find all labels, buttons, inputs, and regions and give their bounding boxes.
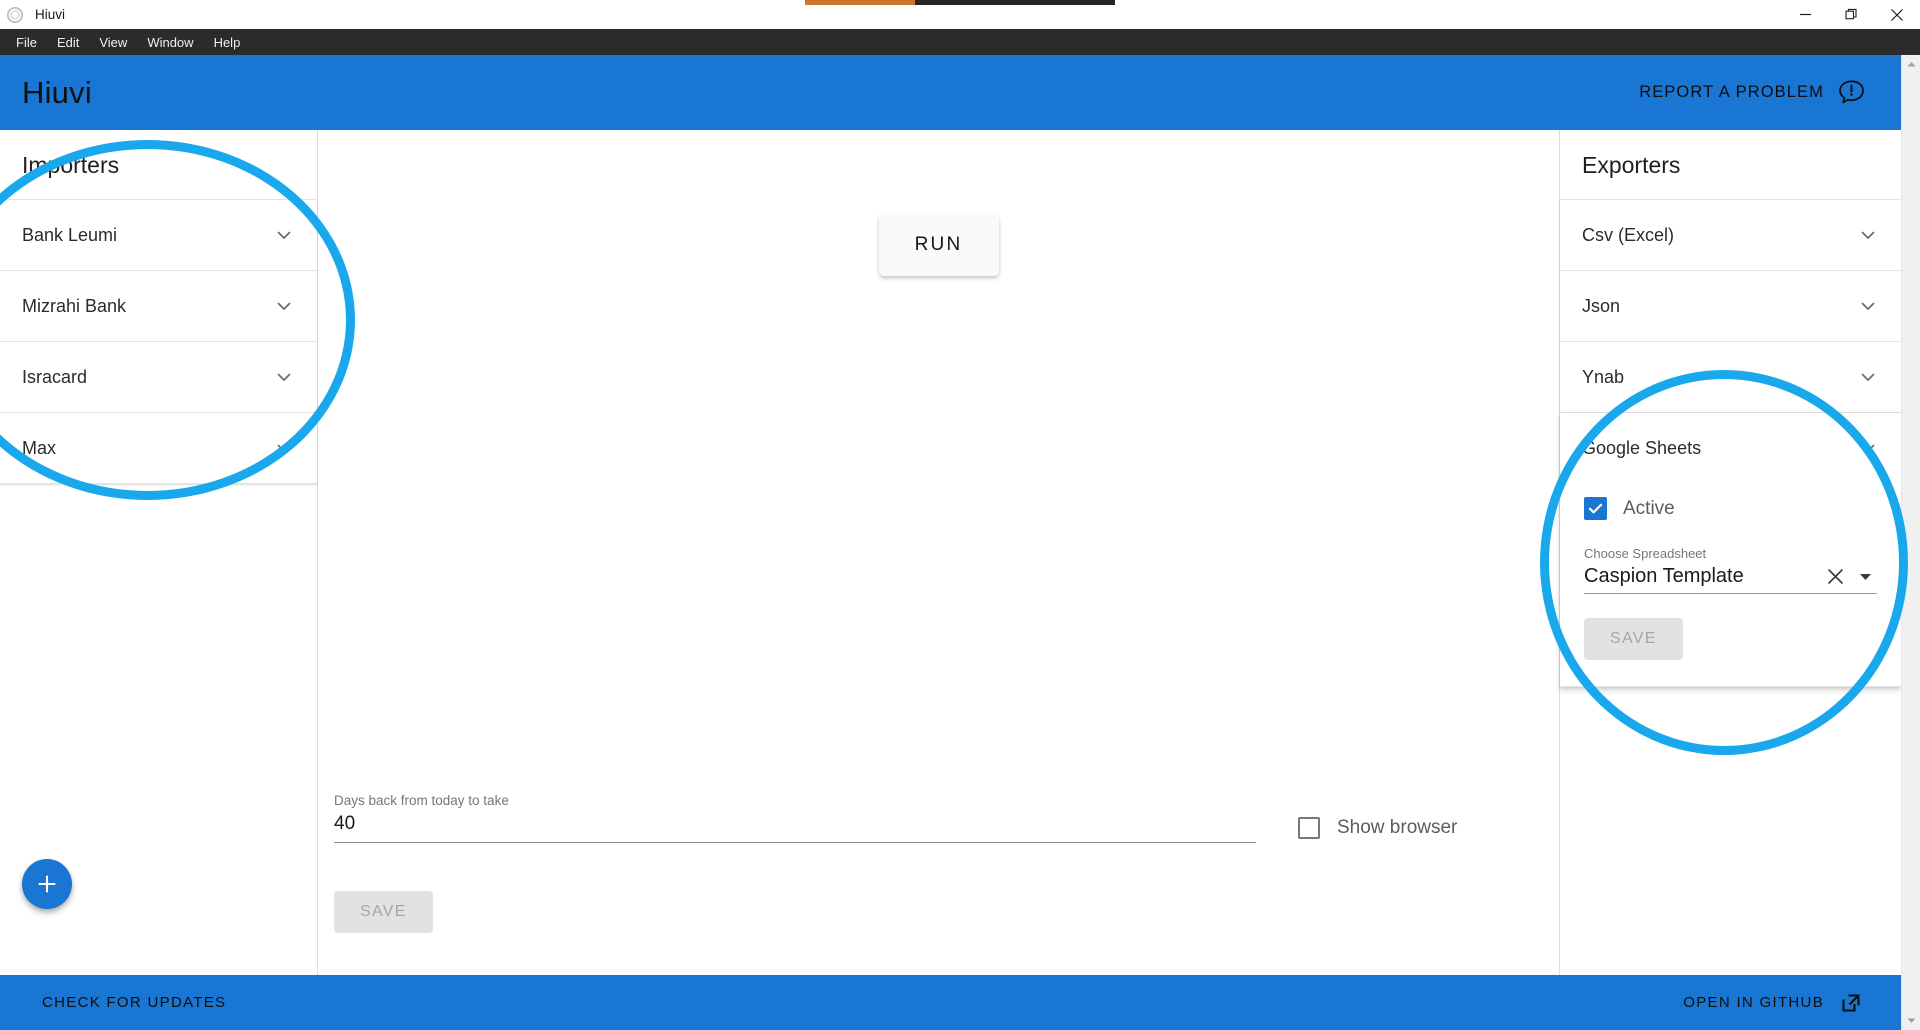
chevron-down-icon [1857,366,1879,388]
progress-strip [805,0,1115,5]
chevron-down-icon [1857,437,1879,459]
chevron-down-icon [1857,295,1879,317]
show-browser-checkbox-box[interactable] [1298,817,1320,839]
importer-max[interactable]: Max [0,413,317,484]
content-panes: Importers Bank Leumi Mizrahi Bank Israca… [0,130,1901,975]
window-title: Hiuvi [35,6,66,22]
app-header: Hiuvi REPORT A PROBLEM [0,55,1901,130]
open-in-github-button[interactable]: OPEN IN GITHUB [1679,983,1867,1023]
page-title: Hiuvi [22,74,92,110]
menu-item-help[interactable]: Help [204,32,251,53]
exporter-csv[interactable]: Csv (Excel) [1560,200,1901,271]
exporter-ynab-header[interactable]: Ynab [1560,342,1901,412]
exporters-list: Csv (Excel) Json Ynab Google Sheets Acti… [1560,199,1901,687]
menu-bar: File Edit View Window Help [0,29,1920,55]
importers-list: Bank Leumi Mizrahi Bank Isracard Max [0,199,317,484]
report-a-problem-label: REPORT A PROBLEM [1639,83,1824,101]
clear-selection-icon[interactable] [1825,566,1847,588]
report-a-problem-button[interactable]: REPORT A PROBLEM [1633,71,1871,114]
show-browser-label: Show browser [1337,817,1458,838]
exporter-csv-header[interactable]: Csv (Excel) [1560,200,1901,270]
run-button[interactable]: RUN [878,214,999,276]
menu-item-edit[interactable]: Edit [47,32,89,53]
chevron-down-icon [273,224,295,246]
close-icon[interactable] [1874,0,1920,29]
exporter-google-sheets-label: Google Sheets [1582,437,1702,458]
check-for-updates-button[interactable]: CHECK FOR UPDATES [38,986,230,1019]
application-window: Hiuvi File Edit View Window Help Hiuvi R… [0,0,1920,1030]
importer-isracard-header[interactable]: Isracard [0,342,317,412]
importer-mizrahi-bank-label: Mizrahi Bank [22,295,127,316]
google-sheets-active-label: Active [1623,497,1675,519]
add-importer-button[interactable] [22,859,72,909]
days-back-label: Days back from today to take [334,793,509,808]
google-sheets-active-checkbox[interactable]: Active [1584,487,1877,538]
google-sheets-active-checkbox-box[interactable] [1584,497,1607,520]
days-back-field: Days back from today to take [334,793,1256,843]
plus-icon [38,875,56,893]
scrollbar-track[interactable] [1902,74,1920,1011]
importers-title: Importers [22,152,120,178]
importer-mizrahi-bank[interactable]: Mizrahi Bank [0,271,317,342]
importer-isracard[interactable]: Isracard [0,342,317,413]
menu-item-view[interactable]: View [89,32,137,53]
progress-strip-fill [805,0,915,5]
exporter-json-header[interactable]: Json [1560,271,1901,341]
exporter-json[interactable]: Json [1560,271,1901,342]
importer-max-header[interactable]: Max [0,413,317,483]
footer-bar: CHECK FOR UPDATES OPEN IN GITHUB [0,975,1901,1030]
importer-max-label: Max [22,437,57,458]
google-sheets-settings: Active Choose Spreadsheet Caspion Templa… [1560,483,1901,686]
main-save-button[interactable]: SAVE [334,891,433,933]
days-back-input[interactable] [334,813,1256,843]
menu-item-file[interactable]: File [6,32,47,53]
window-scrollbar[interactable] [1901,55,1920,1030]
choose-spreadsheet-field: Choose Spreadsheet Caspion Template [1584,546,1877,594]
exporter-json-label: Json [1582,295,1621,316]
choose-spreadsheet-value: Caspion Template [1584,565,1744,587]
importer-isracard-label: Isracard [22,366,88,387]
chevron-down-icon [273,366,295,388]
chevron-down-icon [1857,224,1879,246]
importer-bank-leumi[interactable]: Bank Leumi [0,200,317,271]
main-panel: RUN Days back from today to take Show br… [318,130,1559,975]
importer-bank-leumi-header[interactable]: Bank Leumi [0,200,317,270]
choose-spreadsheet-control[interactable]: Caspion Template [1584,565,1877,594]
menu-item-window[interactable]: Window [137,32,203,53]
chevron-down-icon [273,295,295,317]
app-logo-icon [7,6,23,23]
caret-down-icon[interactable] [1902,1011,1920,1030]
importers-panel: Importers Bank Leumi Mizrahi Bank Israca… [0,130,318,975]
exporter-ynab[interactable]: Ynab [1560,342,1901,413]
restore-icon[interactable] [1828,0,1874,29]
exporter-csv-label: Csv (Excel) [1582,224,1675,245]
check-icon [1588,503,1603,514]
importer-mizrahi-bank-header[interactable]: Mizrahi Bank [0,271,317,341]
exporter-google-sheets[interactable]: Google Sheets Active Choose Spreadsheet … [1560,413,1901,687]
open-in-github-label: OPEN IN GITHUB [1683,994,1824,1011]
run-settings-form: Days back from today to take Show browse… [334,793,1543,933]
exporter-ynab-label: Ynab [1582,366,1625,387]
caret-up-icon[interactable] [1902,55,1920,74]
progress-strip-track [915,0,1115,5]
exporters-panel: Exporters Csv (Excel) Json Ynab Google S… [1559,130,1901,975]
run-settings-row: Days back from today to take Show browse… [334,793,1543,843]
feedback-icon [1838,79,1865,106]
minimize-icon[interactable] [1782,0,1828,29]
caret-down-icon[interactable] [1855,566,1877,588]
main-save-wrapper: SAVE [334,867,1543,933]
show-browser-checkbox[interactable]: Show browser [1298,817,1457,843]
choose-spreadsheet-label: Choose Spreadsheet [1584,546,1707,561]
importer-bank-leumi-label: Bank Leumi [22,224,118,245]
external-link-icon [1839,991,1863,1015]
exporters-title: Exporters [1582,152,1681,178]
google-sheets-save-button[interactable]: SAVE [1584,618,1683,660]
exporter-google-sheets-header[interactable]: Google Sheets [1560,413,1901,483]
chevron-down-icon [273,437,295,459]
